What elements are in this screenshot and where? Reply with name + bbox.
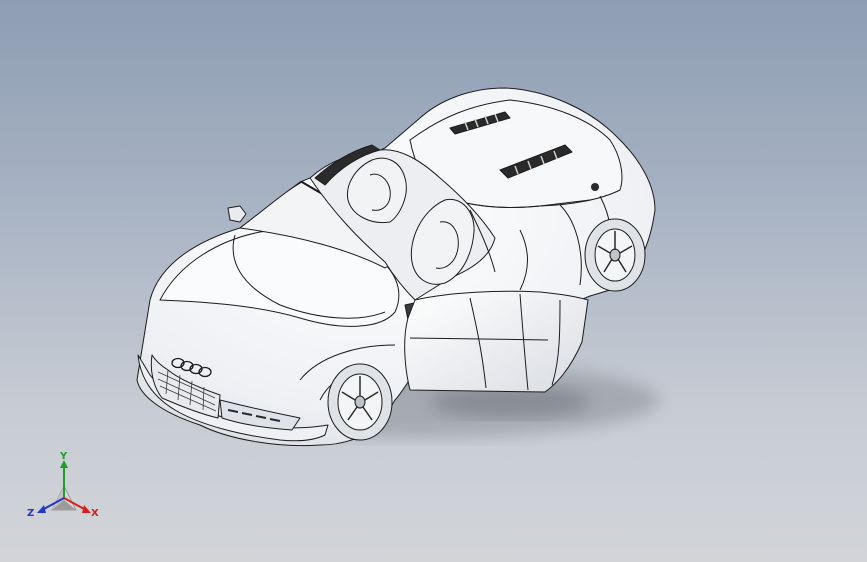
graphics-viewport[interactable]: Y X Z xyxy=(0,0,867,562)
x-axis-label: X xyxy=(91,508,99,519)
y-axis-label: Y xyxy=(59,451,68,462)
coordinate-triad[interactable]: Y X Z xyxy=(0,0,867,562)
z-axis-label: Z xyxy=(27,508,34,519)
